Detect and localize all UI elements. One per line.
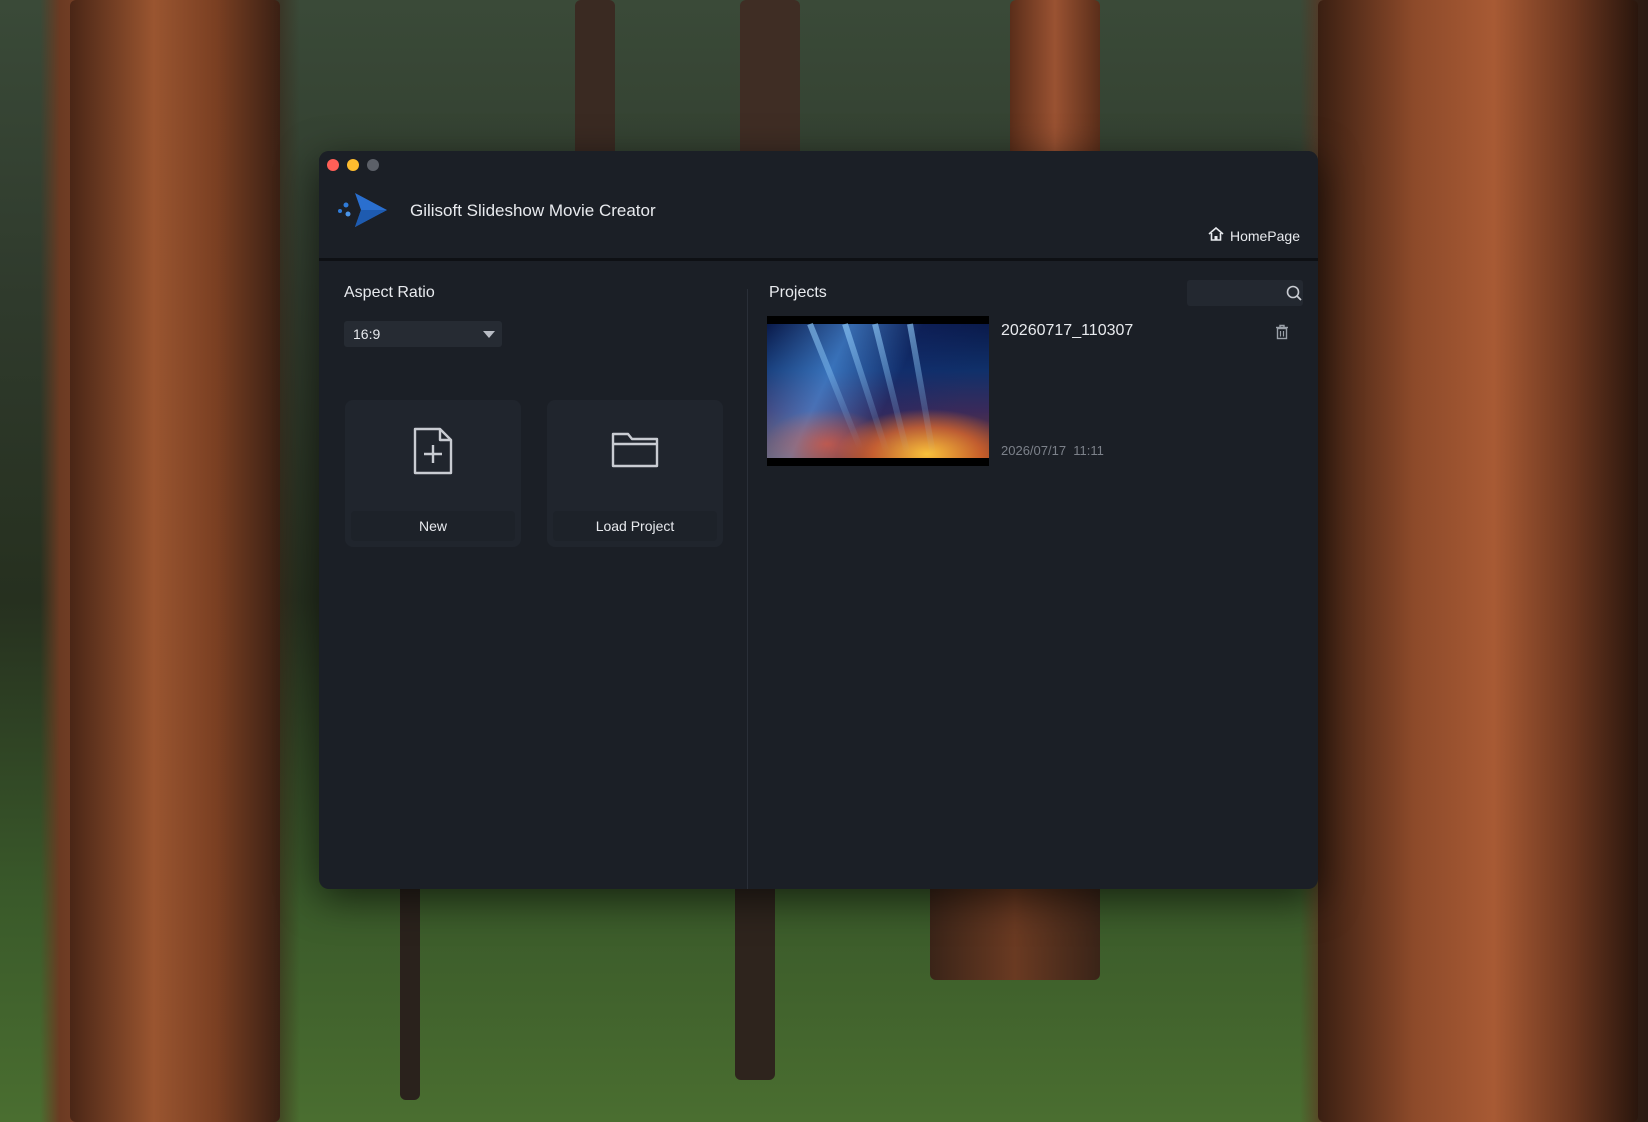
panel-divider — [747, 289, 748, 889]
background-tree-trunk — [735, 880, 775, 1080]
aspect-ratio-value: 16:9 — [353, 326, 381, 342]
background-tree-trunk — [575, 0, 615, 160]
app-window: Gilisoft Slideshow Movie Creator HomePag… — [319, 151, 1318, 889]
search-input[interactable] — [1193, 283, 1277, 305]
project-item[interactable]: 20260717_110307 2026/07/17 11:11 — [767, 316, 1299, 466]
projects-label: Projects — [769, 284, 827, 301]
maximize-window-button[interactable] — [367, 159, 379, 171]
app-logo-play-icon — [337, 189, 389, 231]
background-tree-trunk — [930, 880, 1100, 980]
new-label: New — [351, 511, 515, 541]
background-tree-trunk — [1010, 0, 1100, 160]
new-file-plus-icon — [412, 426, 454, 481]
homepage-link[interactable]: HomePage — [1208, 226, 1300, 244]
background-tree-trunk — [1318, 0, 1638, 1122]
project-search-box[interactable] — [1187, 280, 1303, 306]
project-date: 2026/07/17 11:11 — [1001, 443, 1104, 458]
aspect-ratio-select[interactable]: 16:9 — [344, 321, 502, 347]
project-thumbnail[interactable] — [767, 316, 989, 466]
project-name: 20260717_110307 — [1001, 322, 1134, 339]
load-project-button[interactable]: Load Project — [547, 400, 723, 547]
new-project-button[interactable]: New — [345, 400, 521, 547]
background-tree-trunk — [400, 880, 420, 1100]
home-icon — [1208, 226, 1224, 244]
background-tree-trunk — [740, 0, 800, 160]
aspect-ratio-label: Aspect Ratio — [344, 284, 435, 301]
title-bar: Gilisoft Slideshow Movie Creator HomePag… — [319, 151, 1318, 261]
close-window-button[interactable] — [327, 159, 339, 171]
app-title: Gilisoft Slideshow Movie Creator — [410, 201, 656, 220]
homepage-label: HomePage — [1229, 227, 1300, 244]
folder-icon — [610, 426, 660, 475]
minimize-window-button[interactable] — [347, 159, 359, 171]
chevron-down-icon — [483, 331, 495, 338]
trash-icon[interactable] — [1275, 324, 1289, 345]
search-icon[interactable] — [1285, 284, 1303, 307]
load-project-label: Load Project — [553, 511, 717, 541]
background-tree-trunk — [70, 0, 280, 1122]
